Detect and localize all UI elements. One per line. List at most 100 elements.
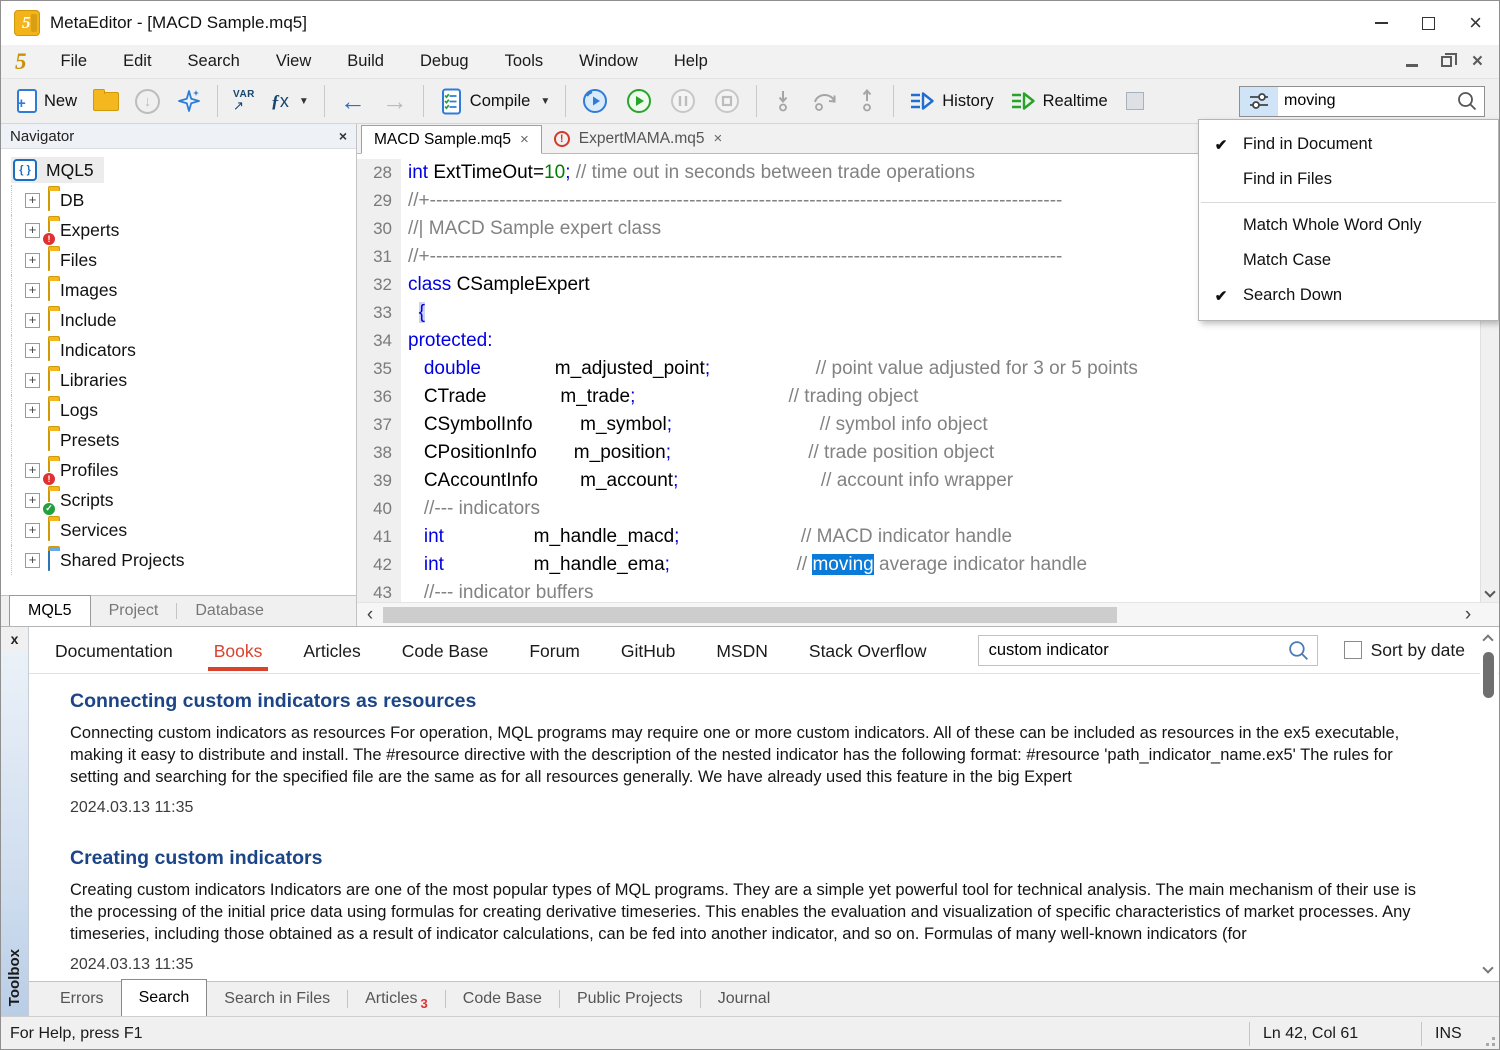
bottom-tab-public-projects[interactable]: Public Projects — [560, 982, 700, 1016]
expand-icon[interactable]: + — [25, 343, 40, 358]
tree-item-experts[interactable]: +!Experts — [11, 215, 356, 245]
mdi-close-icon[interactable]: × — [1472, 52, 1483, 71]
bottom-tab-code-base[interactable]: Code Base — [446, 982, 559, 1016]
menu-item-find-in-document[interactable]: ✔Find in Document — [1199, 127, 1498, 162]
navigator-close-icon[interactable]: × — [339, 128, 347, 144]
history-button[interactable]: History — [901, 83, 1001, 119]
code-line[interactable]: 40 //--- indicators — [357, 495, 1499, 523]
tree-item-files[interactable]: +Files — [11, 245, 356, 275]
tree-item-scripts[interactable]: +✓Scripts — [11, 485, 356, 515]
tree-item-logs[interactable]: +Logs — [11, 395, 356, 425]
editor-tab-expertmama-mq5[interactable]: !ExpertMAMA.mq5× — [542, 124, 735, 153]
mdi-restore-icon[interactable] — [1441, 56, 1452, 67]
sort-by-date-checkbox[interactable] — [1344, 641, 1362, 659]
realtime-button[interactable]: Realtime — [1002, 83, 1116, 119]
toolbox-scrollbar[interactable] — [1480, 630, 1498, 976]
sort-by-date-option[interactable]: Sort by date — [1344, 640, 1465, 661]
maximize-button[interactable] — [1405, 1, 1452, 45]
minimize-button[interactable] — [1358, 1, 1405, 45]
code-line[interactable]: 38 CPositionInfo m_position; // trade po… — [357, 439, 1499, 467]
scrollbar-thumb[interactable] — [1483, 652, 1494, 698]
toolbox-close-icon[interactable]: x — [1, 627, 28, 651]
toolbar-checkbox[interactable] — [1126, 92, 1144, 110]
tree-item-shared-projects[interactable]: +Shared Projects — [11, 545, 356, 575]
menu-item-match-case[interactable]: Match Case — [1199, 243, 1498, 278]
debug-pause-button[interactable] — [661, 83, 705, 119]
navigator-tab-project[interactable]: Project — [91, 596, 177, 626]
expand-icon[interactable]: + — [25, 493, 40, 508]
toolbox-tab-code-base[interactable]: Code Base — [400, 629, 491, 671]
step-into-button[interactable] — [764, 83, 802, 119]
debug-start-button[interactable] — [617, 83, 661, 119]
code-line[interactable]: 37 CSymbolInfo m_symbol; // symbol info … — [357, 411, 1499, 439]
expand-icon[interactable]: + — [25, 373, 40, 388]
toolbox-tab-stack-overflow[interactable]: Stack Overflow — [807, 629, 929, 671]
bottom-tab-journal[interactable]: Journal — [701, 982, 787, 1016]
code-line[interactable]: 41 int m_handle_macd; // MACD indicator … — [357, 523, 1499, 551]
menu-tools[interactable]: Tools — [487, 45, 562, 78]
bottom-tab-errors[interactable]: Errors — [43, 982, 121, 1016]
toolbox-tab-books[interactable]: Books — [212, 629, 265, 671]
editor-tab-macd-sample-mq5[interactable]: MACD Sample.mq5× — [361, 125, 542, 154]
menu-item-search-down[interactable]: ✔Search Down — [1199, 278, 1498, 313]
menu-item-match-whole-word-only[interactable]: Match Whole Word Only — [1199, 208, 1498, 243]
scroll-up-icon[interactable] — [1482, 634, 1493, 645]
tree-item-db[interactable]: +DB — [11, 185, 356, 215]
bottom-tab-articles[interactable]: Articles3 — [348, 982, 445, 1016]
debug-history-button[interactable] — [573, 83, 617, 119]
scroll-left-icon[interactable]: ‹ — [361, 604, 379, 626]
new-button[interactable]: New — [9, 83, 85, 119]
tab-close-icon[interactable]: × — [714, 130, 723, 147]
code-line[interactable]: 36 CTrade m_trade; // trading object — [357, 383, 1499, 411]
code-line[interactable]: 43 //--- indicator buffers — [357, 579, 1499, 602]
ai-assistant-button[interactable] — [168, 83, 210, 119]
styler-button[interactable]: VAR↗ — [225, 83, 263, 119]
expand-icon[interactable]: + — [25, 403, 40, 418]
expand-icon[interactable]: + — [25, 463, 40, 478]
scroll-right-icon[interactable]: › — [1459, 604, 1477, 626]
code-line[interactable]: 39 CAccountInfo m_account; // account in… — [357, 467, 1499, 495]
menu-edit[interactable]: Edit — [105, 45, 169, 78]
menu-file[interactable]: File — [43, 45, 106, 78]
bottom-tab-search-in-files[interactable]: Search in Files — [207, 982, 347, 1016]
menu-item-find-in-files[interactable]: Find in Files — [1199, 162, 1498, 197]
scroll-down-icon[interactable] — [1484, 586, 1495, 597]
expand-icon[interactable]: + — [25, 313, 40, 328]
tree-item-indicators[interactable]: +Indicators — [11, 335, 356, 365]
code-line[interactable]: 35 double m_adjusted_point; // point val… — [357, 355, 1499, 383]
tree-item-services[interactable]: +Services — [11, 515, 356, 545]
scrollbar-thumb[interactable] — [383, 607, 1117, 623]
navigate-forward-button[interactable]: → — [374, 83, 416, 119]
tree-item-profiles[interactable]: +!Profiles — [11, 455, 356, 485]
tab-close-icon[interactable]: × — [520, 131, 529, 148]
result-title[interactable]: Creating custom indicators — [70, 847, 1439, 870]
step-out-button[interactable] — [848, 83, 886, 119]
toolbox-search-input[interactable] — [979, 641, 1287, 660]
expand-icon[interactable]: + — [25, 553, 40, 568]
toolbox-tab-documentation[interactable]: Documentation — [53, 629, 175, 671]
navigate-back-button[interactable]: ← — [332, 83, 374, 119]
open-button[interactable] — [85, 83, 127, 119]
tree-item-mql5[interactable]: MQL5 — [11, 155, 356, 185]
search-icon[interactable] — [1456, 90, 1478, 112]
search-options-button[interactable] — [1240, 87, 1278, 116]
tree-item-images[interactable]: +Images — [11, 275, 356, 305]
scrollbar-track[interactable] — [379, 607, 1459, 623]
search-input[interactable] — [1278, 92, 1456, 110]
menu-help[interactable]: Help — [656, 45, 726, 78]
save-button[interactable]: ↓ — [127, 83, 168, 119]
result-title[interactable]: Connecting custom indicators as resource… — [70, 690, 1439, 713]
toolbox-tab-github[interactable]: GitHub — [619, 629, 677, 671]
close-button[interactable]: × — [1452, 1, 1499, 45]
navigator-tab-mql5[interactable]: MQL5 — [9, 595, 91, 626]
menu-search[interactable]: Search — [170, 45, 258, 78]
mdi-minimize-icon[interactable] — [1406, 64, 1418, 67]
compile-button[interactable]: Compile ▼ — [431, 83, 558, 119]
editor-horizontal-scrollbar[interactable]: ‹ › — [357, 602, 1499, 626]
resize-grip[interactable] — [1481, 1032, 1495, 1046]
menu-debug[interactable]: Debug — [402, 45, 487, 78]
step-over-button[interactable] — [802, 83, 848, 119]
toolbox-tab-articles[interactable]: Articles — [301, 629, 362, 671]
scroll-down-icon[interactable] — [1482, 962, 1493, 973]
expand-icon[interactable]: + — [25, 223, 40, 238]
